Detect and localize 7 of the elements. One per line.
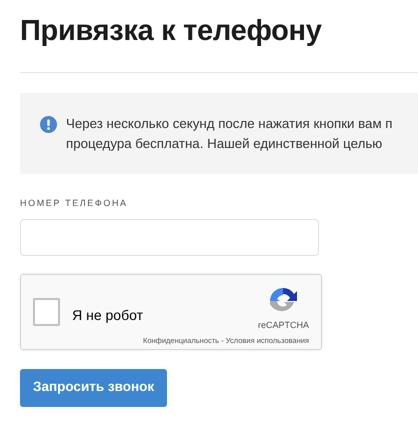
field-label: НОМЕР ТЕЛЕФОНА bbox=[20, 197, 128, 210]
captcha-label: Я не робот bbox=[72, 306, 143, 325]
captcha-brand: reCAPTCHA bbox=[258, 318, 309, 332]
request-call-button[interactable]: Запросить звонок bbox=[20, 368, 168, 406]
page-title: Привязка к телефону bbox=[20, 14, 323, 48]
notice-text: Через несколько секунд после нажатия кнопки вам п bbox=[66, 115, 392, 133]
notice-text: процедура бесплатна. Нашей единственной целью bbox=[66, 135, 384, 153]
